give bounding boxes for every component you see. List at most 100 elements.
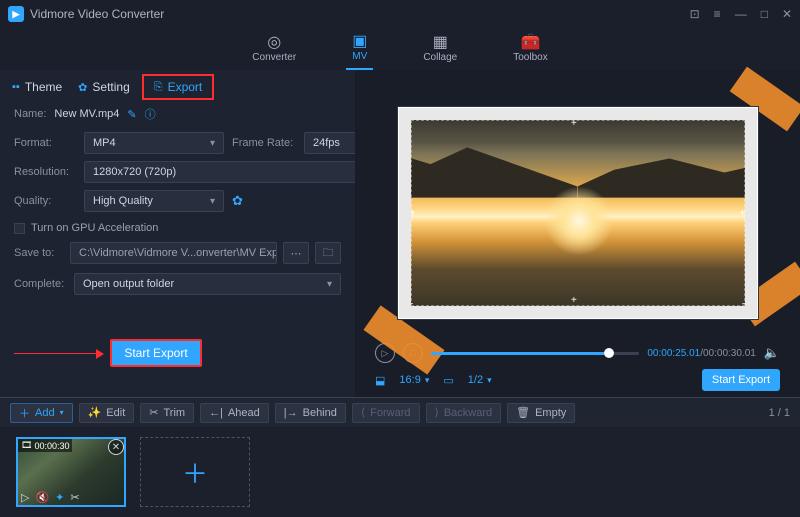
remove-clip-button[interactable]: ✕ — [108, 439, 124, 455]
edit-button[interactable]: ✨ Edit — [79, 403, 135, 423]
seek-fill — [431, 352, 604, 355]
name-label: Name: — [14, 108, 46, 120]
app-logo: ▶ — [8, 6, 24, 22]
time-display: 00:00:25.01/00:00:30.01 — [647, 348, 755, 359]
clip-mute-icon[interactable]: 🔇 — [35, 491, 49, 504]
format-value: MP4 — [93, 137, 116, 149]
zoom-icon: ▭ — [443, 374, 453, 387]
trash-icon: 🗑 — [516, 406, 530, 419]
zoom-value: 1/2 — [468, 374, 483, 386]
wand-icon: ✨ — [88, 406, 102, 419]
clip-duration-badge: 🎞 00:00:30 — [18, 439, 72, 452]
backward-label: Backward — [444, 407, 492, 419]
open-folder-button[interactable]: 🗀 — [315, 242, 341, 264]
backward-icon: ⟩ — [435, 406, 439, 419]
feedback-icon[interactable]: ⊡ — [690, 7, 700, 21]
minimize-icon[interactable]: — — [735, 7, 747, 21]
quality-select[interactable]: High Quality — [84, 190, 224, 212]
quality-value: High Quality — [93, 195, 153, 207]
add-clip-button[interactable]: ＋ — [140, 437, 250, 507]
tab-mv-label: MV — [352, 51, 367, 62]
tab-converter[interactable]: ◎ Converter — [246, 28, 302, 70]
forward-button[interactable]: ⟨Forward — [352, 403, 420, 423]
empty-button[interactable]: 🗑Empty — [507, 403, 575, 423]
subtab-theme[interactable]: ▪▪ Theme — [12, 80, 62, 94]
name-value: New MV.mp4 — [54, 108, 119, 120]
close-icon[interactable]: ✕ — [782, 7, 792, 21]
resolution-label: Resolution: — [14, 166, 76, 178]
clip-duration: 00:00:30 — [34, 441, 69, 451]
info-icon[interactable]: ⓘ — [145, 106, 156, 122]
subtab-export[interactable]: ⎘ Export — [146, 78, 211, 96]
converter-icon: ◎ — [267, 35, 281, 51]
toolbox-icon: 🧰 — [521, 35, 541, 51]
backward-button[interactable]: ⟩ Backward — [426, 403, 502, 423]
window-title: Vidmore Video Converter — [30, 7, 164, 21]
start-export-button-right[interactable]: Start Export — [702, 369, 780, 391]
theme-icon: ▪▪ — [12, 81, 20, 93]
annotation-arrow — [14, 353, 98, 354]
clip-thumbnail[interactable]: 🎞 00:00:30 ✕ ▷ 🔇 ✦ ✂ — [16, 437, 126, 507]
plus-icon: ＋ — [19, 405, 30, 421]
clip-effect-icon[interactable]: ✦ — [55, 491, 64, 504]
tab-toolbox[interactable]: 🧰 Toolbox — [507, 28, 553, 70]
preview-panel: ++ ++ ⌐¬ ⌐¬ ▷ □ 00:00:25.01/00:00:30.01 … — [355, 70, 800, 397]
volume-icon[interactable]: 🔈 — [764, 345, 780, 361]
saveto-path[interactable]: C:\Vidmore\Vidmore V...onverter\MV Expor… — [70, 242, 277, 264]
behind-label: Behind — [303, 407, 337, 419]
zoom-select[interactable]: 1/2 — [468, 374, 492, 386]
resolution-select[interactable]: 1280x720 (720p) — [84, 161, 376, 183]
tab-toolbox-label: Toolbox — [513, 52, 547, 63]
gpu-checkbox[interactable]: Turn on GPU Acceleration — [0, 218, 355, 238]
export-icon: ⎘ — [154, 81, 163, 94]
framerate-value: 24fps — [313, 137, 340, 149]
complete-select[interactable]: Open output folder — [74, 273, 341, 295]
quality-label: Quality: — [14, 195, 76, 207]
setting-icon: ✿ — [78, 81, 87, 94]
subtab-setting-label: Setting — [92, 80, 129, 94]
seek-knob[interactable] — [604, 348, 614, 358]
tab-converter-label: Converter — [252, 52, 296, 63]
aspect-select[interactable]: 16:9 — [399, 374, 429, 386]
menu-icon[interactable]: ≡ — [714, 7, 721, 21]
trim-button[interactable]: ✂ Trim — [140, 403, 194, 423]
start-export-label: Start Export — [124, 346, 187, 360]
framerate-label: Frame Rate: — [232, 137, 296, 149]
behind-button[interactable]: |→ Behind — [275, 403, 346, 423]
aspect-icon: ⬓ — [375, 374, 385, 387]
gpu-label: Turn on GPU Acceleration — [31, 222, 158, 234]
add-button[interactable]: ＋Add▾ — [10, 403, 73, 423]
time-current: 00:00:25.01 — [647, 348, 700, 359]
behind-icon: |→ — [284, 407, 298, 419]
complete-label: Complete: — [14, 278, 64, 290]
crop-handles[interactable]: ++ ++ ⌐¬ ⌐¬ — [411, 120, 745, 306]
ahead-label: Ahead — [228, 407, 260, 419]
page-indicator: 1 / 1 — [769, 407, 790, 419]
start-export-button[interactable]: Start Export — [110, 339, 202, 367]
left-panel: ▪▪ Theme ✿ Setting ⎘ Export Name: New MV… — [0, 70, 355, 397]
ahead-button[interactable]: ←|Ahead — [200, 403, 269, 423]
edit-label: Edit — [106, 407, 125, 419]
forward-icon: ⟨ — [361, 406, 365, 419]
tab-collage[interactable]: ▦ Collage — [417, 28, 463, 70]
checkbox-icon — [14, 223, 25, 234]
collage-icon: ▦ — [433, 35, 448, 51]
video-frame: ++ ++ ⌐¬ ⌐¬ — [398, 107, 758, 319]
rename-icon[interactable]: ✎ — [127, 108, 136, 121]
quality-settings-icon[interactable]: ✿ — [232, 193, 296, 209]
tab-mv[interactable]: ▣ MV — [346, 28, 373, 70]
time-total: 00:00:30.01 — [703, 348, 756, 359]
browse-button[interactable]: ⋯ — [283, 242, 309, 264]
clip-trim-icon[interactable]: ✂ — [70, 491, 79, 504]
clip-play-icon[interactable]: ▷ — [21, 491, 29, 504]
subtab-export-label: Export — [168, 80, 203, 94]
add-label: Add — [35, 407, 55, 419]
scissors-icon: ✂ — [149, 406, 158, 419]
maximize-icon[interactable]: □ — [761, 7, 768, 21]
subtab-theme-label: Theme — [25, 80, 62, 94]
format-select[interactable]: MP4 — [84, 132, 224, 154]
seek-bar[interactable] — [431, 352, 639, 355]
preview-area[interactable]: ++ ++ ⌐¬ ⌐¬ — [375, 88, 780, 337]
trim-label: Trim — [163, 407, 185, 419]
subtab-setting[interactable]: ✿ Setting — [78, 80, 130, 94]
